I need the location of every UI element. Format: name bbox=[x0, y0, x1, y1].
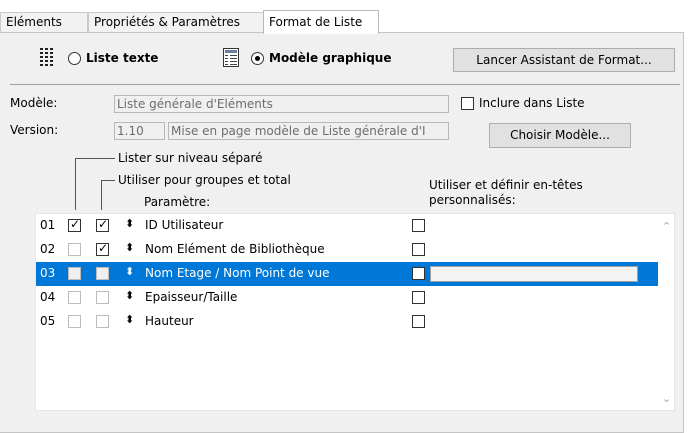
parametre-header: Paramètre: bbox=[144, 195, 211, 209]
parameter-name: Hauteur bbox=[145, 314, 194, 328]
row-number: 05 bbox=[40, 314, 56, 328]
utiliser-groupes-checkbox[interactable] bbox=[96, 267, 109, 280]
row-number: 02 bbox=[40, 242, 56, 256]
check-mark-icon: ✓ bbox=[70, 217, 81, 231]
list-item[interactable]: 02 ✓ ⬍ Nom Elément de Bibliothèque bbox=[36, 238, 658, 262]
modele-graphique-label: Modèle graphique bbox=[269, 51, 392, 65]
version-label: Version: bbox=[10, 123, 59, 137]
tab-format-de-liste[interactable]: Format de Liste bbox=[263, 10, 379, 34]
sort-arrows-icon[interactable]: ⬍ bbox=[125, 312, 134, 328]
modele-field: Liste générale d'Eléments bbox=[114, 95, 449, 113]
button-label: Lancer Assistant de Format... bbox=[476, 53, 652, 67]
radio-selected-dot bbox=[255, 56, 260, 61]
version-number-field: 1.10 bbox=[114, 122, 165, 140]
utiliser-groupes-checkbox[interactable] bbox=[96, 291, 109, 304]
parameter-name: Nom Elément de Bibliothèque bbox=[145, 242, 325, 256]
sort-arrows-icon[interactable]: ⬍ bbox=[125, 240, 134, 256]
list-item-selected[interactable]: 03 ⬍ Nom Etage / Nom Point de vue bbox=[36, 262, 658, 286]
lister-niveau-checkbox[interactable] bbox=[68, 267, 81, 280]
mode-row: Liste texte Modèle graphique Lancer Assi… bbox=[10, 39, 686, 78]
utiliser-groupes-checkbox[interactable]: ✓ bbox=[96, 241, 109, 256]
lister-niveau-header: Lister sur niveau séparé bbox=[118, 151, 263, 165]
lancer-assistant-button[interactable]: Lancer Assistant de Format... bbox=[453, 48, 675, 72]
list-item[interactable]: 04 ⬍ Epaisseur/Taille bbox=[36, 286, 658, 310]
tab-strip: Eléments Propriétés & Paramètres Format … bbox=[0, 0, 688, 34]
tab-label: Eléments bbox=[6, 15, 62, 29]
custom-header-input[interactable] bbox=[430, 266, 638, 282]
utiliser-groupes-checkbox[interactable] bbox=[96, 315, 109, 328]
graphic-template-icon bbox=[223, 48, 239, 67]
scroll-up-arrow-icon[interactable]: ⌃ bbox=[662, 220, 671, 233]
inclure-checkbox[interactable] bbox=[461, 97, 474, 110]
check-mark-icon: ✓ bbox=[98, 241, 109, 255]
version-description-field: Mise en page modèle de Liste générale d'… bbox=[168, 122, 449, 140]
text-list-icon bbox=[40, 48, 53, 66]
sort-arrows-icon[interactable]: ⬍ bbox=[125, 216, 134, 232]
scroll-down-arrow-icon[interactable]: ⌄ bbox=[662, 392, 671, 405]
tree-line-groupes bbox=[101, 180, 115, 210]
sort-arrows-icon[interactable]: ⬍ bbox=[125, 264, 134, 280]
button-label: Choisir Modèle... bbox=[510, 128, 610, 142]
lister-niveau-checkbox[interactable]: ✓ bbox=[68, 217, 81, 232]
liste-texte-radio[interactable] bbox=[68, 52, 81, 65]
lister-niveau-checkbox[interactable] bbox=[68, 243, 81, 256]
list-item[interactable]: 05 ⬍ Hauteur bbox=[36, 310, 658, 334]
custom-header-checkbox[interactable] bbox=[412, 267, 425, 280]
divider bbox=[10, 84, 680, 85]
row-number: 04 bbox=[40, 290, 56, 304]
tab-elements[interactable]: Eléments bbox=[0, 12, 88, 32]
modele-graphique-radio[interactable] bbox=[251, 52, 264, 65]
custom-header-checkbox[interactable] bbox=[412, 219, 425, 232]
liste-texte-label: Liste texte bbox=[86, 51, 159, 65]
tab-label: Propriétés & Paramètres bbox=[94, 15, 241, 29]
utiliser-groupes-checkbox[interactable]: ✓ bbox=[96, 217, 109, 232]
utiliser-groupes-header: Utiliser pour groupes et total bbox=[118, 173, 291, 187]
parameter-name: Epaisseur/Taille bbox=[145, 290, 238, 304]
parameter-name: Nom Etage / Nom Point de vue bbox=[145, 266, 330, 280]
choisir-modele-button[interactable]: Choisir Modèle... bbox=[489, 123, 631, 148]
list-item[interactable]: 01 ✓ ✓ ⬍ ID Utilisateur bbox=[36, 214, 658, 238]
custom-header-checkbox[interactable] bbox=[412, 315, 425, 328]
parameter-list[interactable]: 01 ✓ ✓ ⬍ ID Utilisateur 02 ✓ ⬍ Nom Eléme… bbox=[35, 213, 675, 411]
parameter-name: ID Utilisateur bbox=[145, 218, 224, 232]
row-number: 03 bbox=[40, 266, 56, 280]
format-de-liste-panel: Liste texte Modèle graphique Lancer Assi… bbox=[0, 32, 684, 433]
lister-niveau-checkbox[interactable] bbox=[68, 291, 81, 304]
entetes-header: Utiliser et définir en-têtes personnalis… bbox=[429, 178, 583, 207]
tab-label: Format de Liste bbox=[269, 15, 363, 29]
custom-header-checkbox[interactable] bbox=[412, 243, 425, 256]
row-number: 01 bbox=[40, 218, 56, 232]
tab-proprietes-parametres[interactable]: Propriétés & Paramètres bbox=[88, 12, 264, 32]
check-mark-icon: ✓ bbox=[98, 217, 109, 231]
sort-arrows-icon[interactable]: ⬍ bbox=[125, 288, 134, 304]
custom-header-checkbox[interactable] bbox=[412, 291, 425, 304]
inclure-label: Inclure dans Liste bbox=[479, 96, 585, 110]
lister-niveau-checkbox[interactable] bbox=[68, 315, 81, 328]
modele-label: Modèle: bbox=[10, 96, 58, 110]
